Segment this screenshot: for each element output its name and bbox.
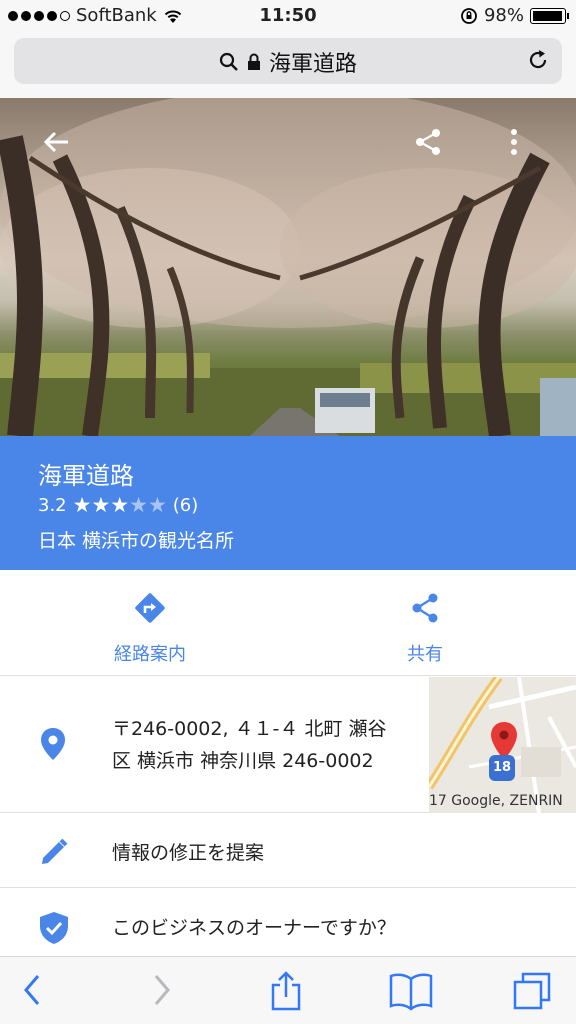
battery-percent: 98% xyxy=(483,5,524,26)
map-thumbnail[interactable]: 18 17 Google, ZENRIN xyxy=(429,677,576,813)
back-arrow-icon[interactable] xyxy=(40,126,72,158)
rating-row[interactable]: 3.2 ★ ★ ★ ★ ★ (6) xyxy=(38,493,198,517)
forward-icon[interactable] xyxy=(150,971,174,1009)
orientation-lock-icon xyxy=(461,7,477,24)
lock-icon xyxy=(247,53,260,70)
place-info-card: 海軍道路 3.2 ★ ★ ★ ★ ★ (6) 日本 横浜市の観光名所 xyxy=(0,436,576,570)
star-empty-icon: ★ xyxy=(147,493,167,517)
star-rating: ★ ★ ★ ★ ★ xyxy=(73,493,167,517)
share-icon xyxy=(412,593,438,623)
business-owner-label: このビジネスのオーナーですか？ xyxy=(112,917,396,939)
star-filled-icon: ★ xyxy=(91,493,111,517)
browser-address-area: 海軍道路 xyxy=(0,32,576,98)
place-category: 日本 横浜市の観光名所 xyxy=(38,530,235,552)
share-icon[interactable] xyxy=(412,126,444,158)
address-bar-title: 海軍道路 xyxy=(268,52,357,77)
business-owner-row[interactable]: このビジネスのオーナーですか？ xyxy=(0,889,576,956)
star-empty-icon: ★ xyxy=(129,493,148,517)
place-photo[interactable] xyxy=(0,98,576,436)
route-badge: 18 xyxy=(489,755,515,781)
bookmarks-icon[interactable] xyxy=(388,971,434,1011)
back-icon[interactable] xyxy=(20,971,44,1009)
action-bar: 経路案内 共有 xyxy=(0,570,576,676)
suggest-edit-row[interactable]: 情報の修正を提案 xyxy=(0,814,576,888)
suggest-edit-label: 情報の修正を提案 xyxy=(112,842,265,864)
search-icon xyxy=(219,52,238,71)
share-sheet-icon[interactable] xyxy=(268,971,304,1011)
rating-value: 3.2 xyxy=(38,494,67,516)
battery-icon xyxy=(530,7,569,24)
directions-label: 経路案内 xyxy=(114,644,186,665)
place-title: 海軍道路 xyxy=(38,462,134,490)
star-filled-icon: ★ xyxy=(110,493,130,517)
pencil-icon xyxy=(42,838,68,864)
address-row[interactable]: 〒246-0002, ４１-４ 北町 瀬谷 区 横浜市 神奈川県 246-000… xyxy=(0,677,576,813)
verified-shield-icon xyxy=(40,912,68,944)
reload-icon[interactable] xyxy=(526,48,550,72)
tabs-icon[interactable] xyxy=(512,971,552,1011)
address-text: 〒246-0002, ４１-４ 北町 瀬谷 区 横浜市 神奈川県 246-000… xyxy=(112,713,417,777)
cherry-blossom-tunnel-image xyxy=(0,98,576,436)
address-line-1: 〒246-0002, ４１-４ 北町 瀬谷 xyxy=(112,718,387,740)
address-line-2: 区 横浜市 神奈川県 246-0002 xyxy=(112,750,374,772)
location-pin-icon xyxy=(41,728,65,760)
share-label: 共有 xyxy=(407,644,443,665)
directions-icon xyxy=(135,593,165,623)
map-copyright: 17 Google, ZENRIN xyxy=(429,793,563,809)
more-options-icon[interactable] xyxy=(504,126,524,158)
star-filled-icon: ★ xyxy=(72,493,92,517)
share-button[interactable]: 共有 xyxy=(325,590,525,666)
review-count: (6) xyxy=(172,494,199,516)
directions-button[interactable]: 経路案内 xyxy=(50,590,250,666)
address-bar[interactable]: 海軍道路 xyxy=(14,38,562,84)
status-bar: SoftBank 11:50 98% xyxy=(0,0,576,32)
battery-group: 98% xyxy=(460,5,569,26)
browser-toolbar xyxy=(0,956,576,1024)
